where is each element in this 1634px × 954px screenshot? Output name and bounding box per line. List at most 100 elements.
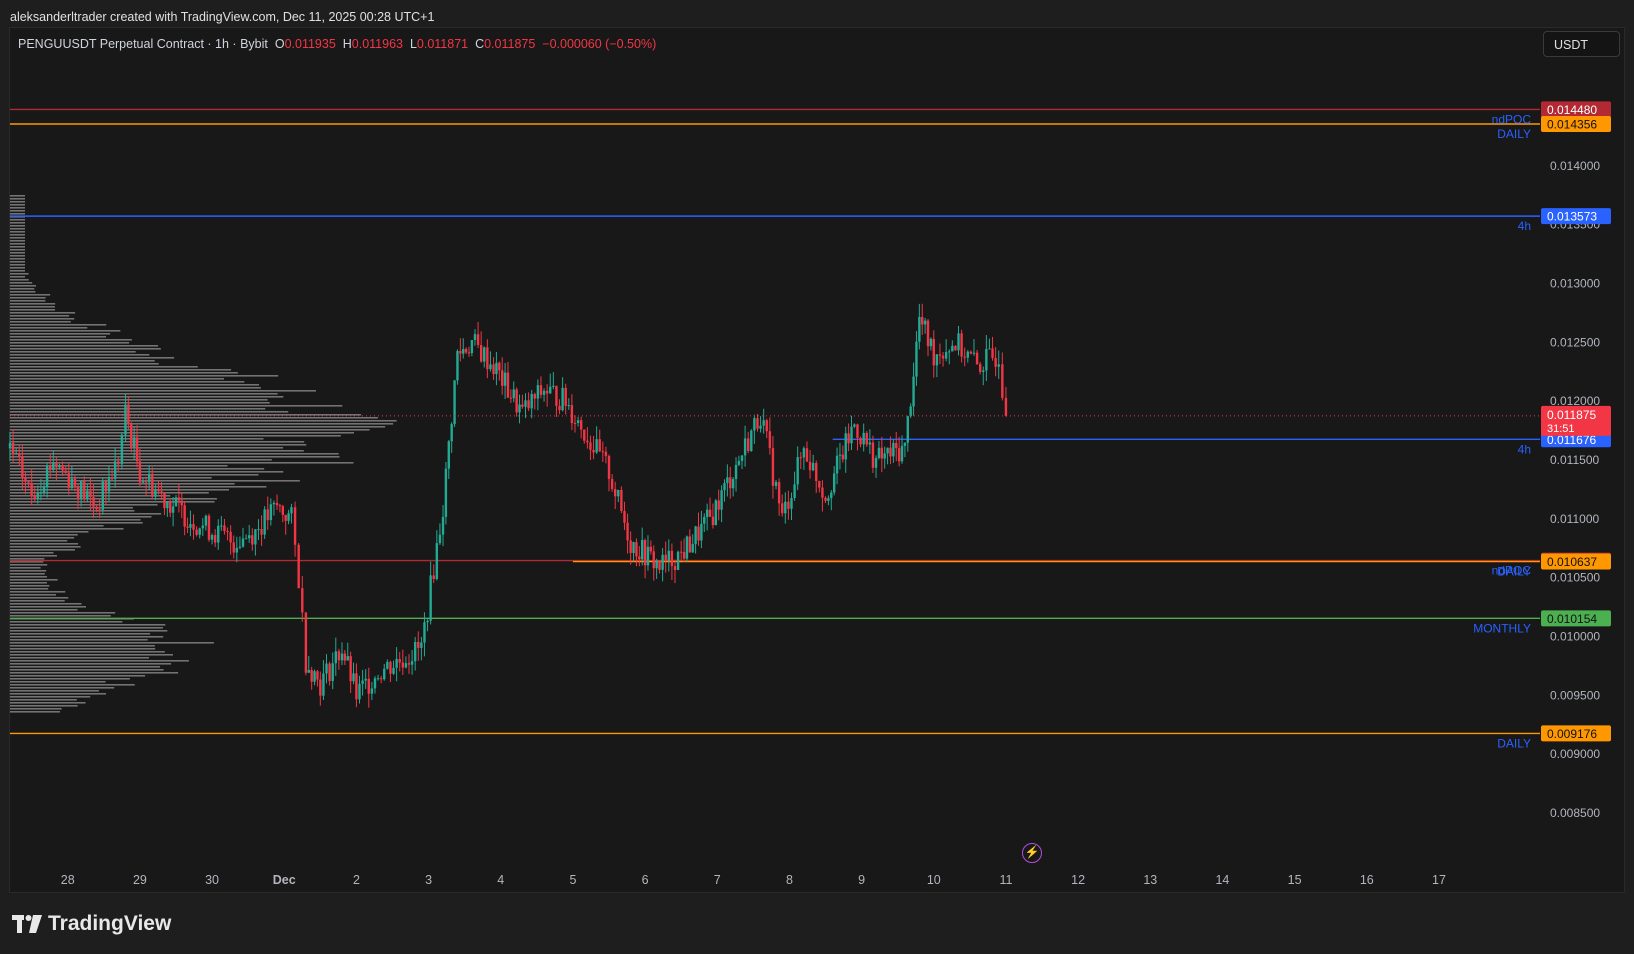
price-tick-label: 0.009000 xyxy=(1550,747,1600,761)
candle-body xyxy=(169,501,172,513)
candle-body xyxy=(700,523,703,541)
price-chart[interactable]: 0.0140000.0135000.0130000.0125000.012000… xyxy=(0,0,1634,954)
legend-symbol: PENGUUSDT Perpetual Contract · 1h · Bybi… xyxy=(18,37,268,51)
candle-body xyxy=(912,376,915,407)
volume-profile-bar xyxy=(10,672,179,674)
candle-body xyxy=(340,653,344,661)
candle-body xyxy=(337,651,341,661)
candle-body xyxy=(799,457,802,459)
candle-body xyxy=(620,489,623,512)
candle-body xyxy=(756,418,759,429)
candle-body xyxy=(39,492,43,494)
candle-body xyxy=(55,462,58,468)
volume-profile-bar xyxy=(10,249,25,251)
candle-body xyxy=(444,468,448,517)
candle-body xyxy=(263,509,266,535)
price-tick-label: 0.013000 xyxy=(1550,277,1600,291)
candle-body xyxy=(598,439,601,452)
candle-body xyxy=(892,442,895,457)
candle-body xyxy=(533,394,536,399)
candle-body xyxy=(632,542,635,553)
candle-body xyxy=(86,490,89,500)
volume-profile-bar xyxy=(10,480,300,482)
volume-profile-bar xyxy=(10,318,75,320)
candle-body xyxy=(189,524,192,528)
volume-profile-bar xyxy=(10,264,25,266)
candle-body xyxy=(815,463,818,482)
candle-body xyxy=(473,334,477,340)
candle-body xyxy=(847,433,850,444)
candle-body xyxy=(629,540,632,553)
volume-profile-bar xyxy=(10,222,25,224)
candle-body xyxy=(694,526,697,545)
candle-body xyxy=(856,424,859,438)
candle-body xyxy=(731,479,735,489)
candle-body xyxy=(379,678,383,680)
candle-body xyxy=(771,448,775,486)
volume-profile-bar xyxy=(10,693,107,695)
candle-body xyxy=(201,525,204,529)
candle-body xyxy=(254,529,257,545)
volume-profile-bar xyxy=(10,501,215,503)
candle-body xyxy=(850,426,853,444)
volume-profile-bar xyxy=(10,273,29,275)
level-tag-label: ndPOC xyxy=(1492,112,1532,126)
candle-body xyxy=(853,424,856,427)
candle-body xyxy=(61,464,64,471)
volume-profile-bar xyxy=(10,237,25,239)
candle-body xyxy=(521,404,524,407)
candle-body xyxy=(746,438,750,452)
candle-body xyxy=(871,442,875,468)
candle-body xyxy=(805,448,809,462)
volume-profile-bar xyxy=(10,597,69,599)
volume-profile-bar xyxy=(10,243,25,245)
volume-profile-bar xyxy=(10,651,165,653)
volume-profile-bar xyxy=(10,291,36,293)
candle-body xyxy=(174,497,178,507)
candle-body xyxy=(635,542,638,557)
volume-profile-bar xyxy=(10,513,162,515)
candle-body xyxy=(464,349,468,353)
candle-body xyxy=(832,473,836,493)
time-tick-label: 29 xyxy=(133,873,147,887)
candle-body xyxy=(241,538,245,547)
candle-body xyxy=(364,678,367,681)
volume-profile-bar xyxy=(10,375,279,377)
candle-body xyxy=(127,404,130,425)
candle-body xyxy=(147,473,151,483)
candle-body xyxy=(586,440,589,443)
candle-body xyxy=(883,453,886,459)
volume-profile-bar xyxy=(10,432,355,434)
candle-body xyxy=(459,351,462,354)
candle-body xyxy=(567,405,571,407)
candle-body xyxy=(154,489,157,497)
candle-body xyxy=(824,497,827,501)
tradingview-logo: TradingView xyxy=(12,912,171,936)
candle-body xyxy=(868,442,872,445)
lightning-icon[interactable]: ⚡ xyxy=(1022,843,1042,863)
candle-body xyxy=(617,489,620,497)
candle-body xyxy=(492,364,495,375)
candle-body xyxy=(435,543,439,580)
currency-button[interactable]: USDT xyxy=(1543,31,1620,57)
candle-body xyxy=(467,352,471,354)
volume-profile-bar xyxy=(10,627,163,629)
volume-profile-bar xyxy=(10,540,68,542)
candle-body xyxy=(389,661,392,674)
candle-body xyxy=(423,622,426,643)
volume-profile-bar xyxy=(10,591,66,593)
candle-body xyxy=(564,387,567,406)
candle-body xyxy=(985,349,988,371)
candle-body xyxy=(714,500,718,526)
volume-profile-bar xyxy=(10,678,130,680)
volume-profile-bar xyxy=(10,594,56,596)
time-tick-label: 10 xyxy=(927,873,941,887)
volume-profile-bar xyxy=(10,684,135,686)
candle-body xyxy=(275,502,279,506)
candle-body xyxy=(407,663,411,665)
volume-profile-bar xyxy=(10,423,394,425)
volume-profile-bar xyxy=(10,699,77,701)
candle-body xyxy=(938,354,942,356)
candle-body xyxy=(844,433,847,460)
candle-body xyxy=(957,333,960,351)
